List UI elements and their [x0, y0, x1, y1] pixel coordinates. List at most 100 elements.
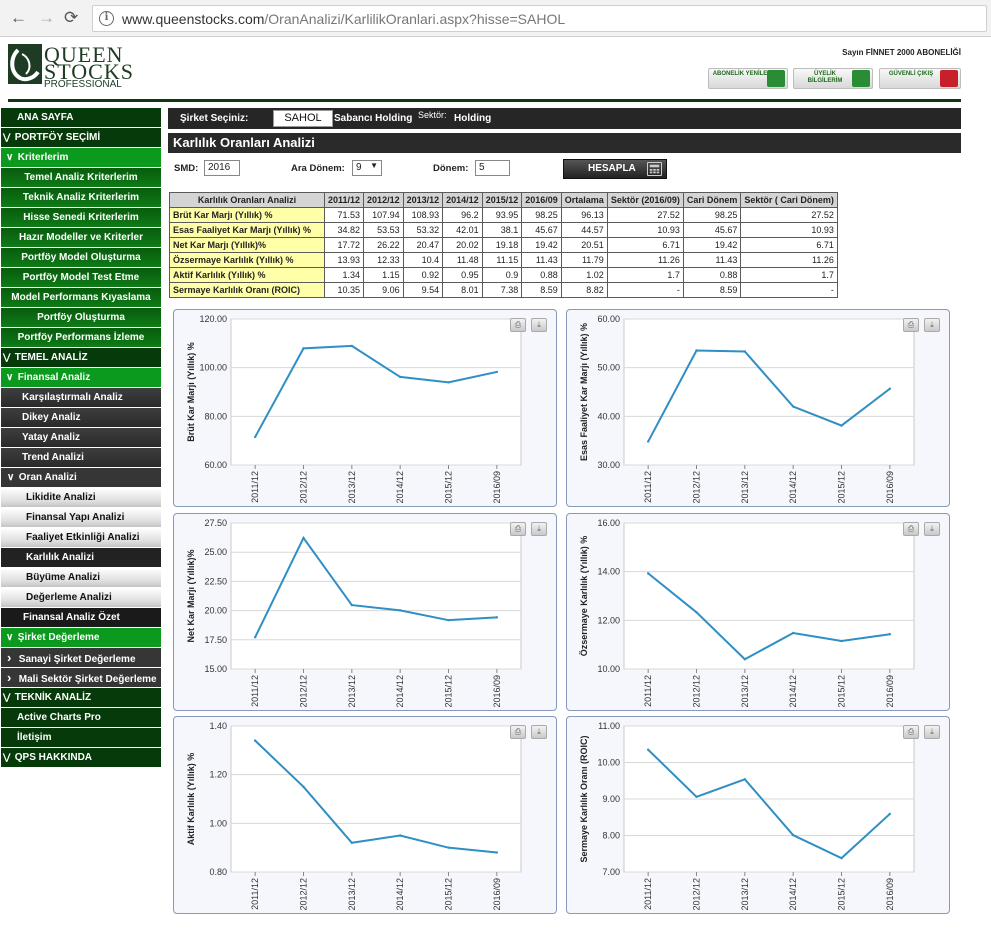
calculate-label: HESAPLA — [588, 163, 636, 174]
table-cell: 27.52 — [740, 207, 838, 223]
membership-info-button[interactable]: ÜYELİK BİLGİLERİM — [793, 68, 873, 89]
table-cell: 6.71 — [740, 237, 838, 253]
sidebar-item[interactable]: Karşılaştırmalı Analiz — [1, 388, 161, 408]
sidebar-item[interactable]: Active Charts Pro — [1, 708, 161, 728]
sidebar-item[interactable]: Hazır Modeller ve Kriterler — [1, 228, 161, 248]
chart-svg: 15.00 17.50 20.00 22.50 25.00 27.50 2011/12 201… — [186, 518, 522, 708]
table-cell: 1.7 — [606, 267, 684, 283]
chevron-down-icon: ∨ — [6, 152, 14, 163]
sidebar-item[interactable]: Portföy Oluşturma — [1, 308, 161, 328]
sidebar-item[interactable]: ∨ Oran Analizi — [1, 468, 161, 488]
x-tick-label: 2014/12 — [395, 471, 405, 504]
table-cell: 0.88 — [682, 267, 742, 283]
print-icon[interactable]: ⎙ — [903, 522, 919, 536]
download-icon[interactable]: ⤓ — [924, 522, 940, 536]
table-cell: 44.57 — [560, 222, 608, 238]
info-icon[interactable]: i — [99, 11, 114, 26]
download-icon[interactable]: ⤓ — [924, 318, 940, 332]
smd-input[interactable]: 2016 — [204, 160, 240, 176]
x-tick-label: 2011/12 — [250, 878, 260, 910]
sidebar-item[interactable]: ∨ Kriterlerim — [1, 148, 161, 168]
sidebar-item[interactable]: Faaliyet Etkinliği Analizi — [1, 528, 161, 548]
sidebar-item-label: Büyüme Analizi — [26, 572, 101, 583]
x-tick-label: 2016/09 — [885, 878, 895, 911]
calculate-button[interactable]: HESAPLA — [563, 159, 667, 179]
table-cell: 53.32 — [402, 222, 444, 238]
table-row: Net Kar Marjı (Yıllık)% 17.72 26.22 20.47 20… — [169, 237, 838, 253]
table-cell: 8.01 — [442, 282, 483, 298]
address-bar[interactable]: i www.queenstocks.com/OranAnalizi/Karlil… — [92, 5, 987, 32]
y-axis-label: Brüt Kar Marjı (Yıllık) % — [186, 342, 196, 442]
table-cell: 45.67 — [682, 222, 742, 238]
sidebar-item[interactable]: ∨ Şirket Değerleme — [1, 628, 161, 648]
button-label: ABONELİK YENİLE — [712, 71, 768, 77]
sidebar-item[interactable]: Likidite Analizi — [1, 488, 161, 508]
sidebar-item[interactable]: ⋁ PORTFÖY SEÇİMİ — [1, 128, 161, 148]
sidebar-item[interactable]: › Sanayi Şirket Değerleme — [1, 648, 161, 668]
sidebar-item[interactable]: ⋁ TEKNİK ANALİZ — [1, 688, 161, 708]
print-icon[interactable]: ⎙ — [510, 318, 526, 332]
table-cell: 11.48 — [442, 252, 483, 268]
sidebar-item[interactable]: Finansal Yapı Analizi — [1, 508, 161, 528]
reload-icon[interactable]: ⟳ — [64, 8, 78, 28]
company-bar: Şirket Seçiniz: SAHOL Sabancı Holding Se… — [168, 108, 961, 129]
x-tick-label: 2013/12 — [740, 675, 750, 708]
queenstocks-logo[interactable]: QUEEN STOCKS PROFESSIONAL — [8, 44, 136, 92]
sidebar-item[interactable]: Yatay Analiz — [1, 428, 161, 448]
data-point — [447, 846, 450, 849]
data-point — [840, 424, 843, 427]
line-chart: 30.00 40.00 50.00 60.00 2011/12 2012/12 2013/1… — [566, 309, 950, 507]
sidebar-item[interactable]: Temel Analiz Kriterlerim — [1, 168, 161, 188]
line-chart: 7.00 8.00 9.00 10.00 11.00 2011/12 2012/12 2013… — [566, 716, 950, 914]
renew-subscription-button[interactable]: ABONELİK YENİLE — [708, 68, 788, 89]
ara-donem-select[interactable]: 9 ▼ — [352, 160, 382, 176]
dropdown-arrow-icon: ▼ — [370, 161, 378, 170]
print-icon[interactable]: ⎙ — [510, 522, 526, 536]
x-tick-label: 2015/12 — [444, 878, 454, 911]
sidebar-item[interactable]: › Mali Sektör Şirket Değerleme — [1, 668, 161, 688]
secure-logout-button[interactable]: GÜVENLİ ÇIKIŞ — [879, 68, 961, 89]
sidebar-item[interactable]: Trend Analizi — [1, 448, 161, 468]
x-tick-label: 2011/12 — [643, 471, 653, 503]
sidebar-item[interactable]: ∨ Finansal Analiz — [1, 368, 161, 388]
x-tick-label: 2013/12 — [347, 675, 357, 708]
download-icon[interactable]: ⤓ — [924, 725, 940, 739]
data-point — [350, 344, 354, 348]
back-icon[interactable]: ← — [10, 8, 27, 28]
sidebar-item[interactable]: Portföy Model Test Etme — [1, 268, 161, 288]
sidebar-item[interactable]: Teknik Analiz Kriterlerim — [1, 188, 161, 208]
sidebar-item[interactable]: Model Performans Kıyaslama — [1, 288, 161, 308]
print-icon[interactable]: ⎙ — [903, 318, 919, 332]
forward-icon[interactable]: → — [38, 8, 55, 28]
sidebar-item[interactable]: Portföy Model Oluşturma — [1, 248, 161, 268]
y-tick-label: 8.00 — [602, 831, 620, 841]
download-icon[interactable]: ⤓ — [531, 522, 547, 536]
y-axis-label: Net Kar Marjı (Yıllık)% — [186, 549, 196, 642]
download-icon[interactable]: ⤓ — [531, 725, 547, 739]
y-axis-label: Esas Faaliyet Kar Marjı (Yıllık) % — [579, 323, 589, 461]
company-ticker-input[interactable]: SAHOL — [273, 110, 333, 127]
print-icon[interactable]: ⎙ — [903, 725, 919, 739]
sidebar-item[interactable]: Portföy Performans İzleme — [1, 328, 161, 348]
sidebar-item[interactable]: ⋁ TEMEL ANALİZ — [1, 348, 161, 368]
data-point — [253, 636, 257, 639]
x-tick-label: 2014/12 — [788, 675, 798, 708]
donem-input[interactable]: 5 — [475, 160, 510, 176]
sidebar-item[interactable]: Dikey Analiz — [1, 408, 161, 428]
sidebar-item[interactable]: Hisse Senedi Kriterlerim — [1, 208, 161, 228]
sidebar-item[interactable]: Karlılık Analizi — [1, 548, 161, 568]
sidebar-item[interactable]: İletişim — [1, 728, 161, 748]
sidebar-item[interactable]: Değerleme Analizi — [1, 588, 161, 608]
data-point — [840, 856, 843, 860]
sidebar-item[interactable]: Büyüme Analizi — [1, 568, 161, 588]
table-row: Özsermaye Karlılık (Yıllık) % 13.93 12.33 1… — [169, 252, 838, 268]
sidebar-item[interactable]: ⋁ QPS HAKKINDA — [1, 748, 161, 768]
chart-svg: 30.00 40.00 50.00 60.00 2011/12 2012/12 2013/1… — [579, 314, 915, 504]
download-icon[interactable]: ⤓ — [531, 318, 547, 332]
sidebar-item[interactable]: Finansal Analiz Özet — [1, 608, 161, 628]
welcome-text: Sayın FİNNET 2000 ABONELİĞİ — [842, 48, 961, 57]
chevron-down-icon: ∨ — [6, 632, 14, 643]
x-tick-label: 2012/12 — [299, 471, 309, 504]
sidebar-item[interactable]: ANA SAYFA — [1, 108, 161, 128]
print-icon[interactable]: ⎙ — [510, 725, 526, 739]
